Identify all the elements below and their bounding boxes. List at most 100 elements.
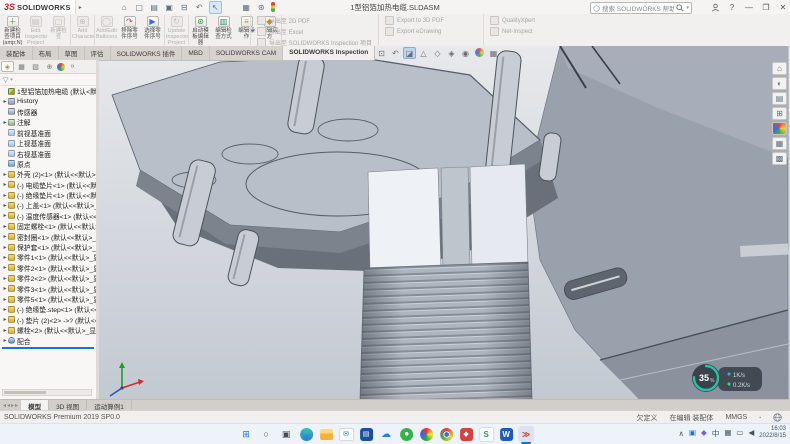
- minimize-button[interactable]: —: [744, 3, 754, 12]
- tree-item[interactable]: ▸ 零件2<1> (默认<<默认>_显示状态-1>): [0, 263, 96, 273]
- zoom-area-icon[interactable]: ⊡: [375, 47, 388, 59]
- ribbon-button[interactable]: ＋ 新建检查项目(amp;N): [1, 15, 24, 45]
- tree-item[interactable]: ▸ 密封圈<1> (默认<<默认>_显示状态-1>): [0, 231, 96, 241]
- tree-item[interactable]: ▸ (-) 温度传感器<1> (默认<<默认>_显示状态-1>): [0, 211, 96, 221]
- menu-flyout-arrow-icon[interactable]: ▸: [76, 4, 85, 11]
- word-icon[interactable]: W: [498, 426, 514, 442]
- command-tab[interactable]: SOLIDWORKS Inspection: [283, 46, 375, 60]
- help-button[interactable]: ?: [727, 3, 737, 12]
- tree-item[interactable]: 1型铝箔加热电缆 (默认<默认_显示状态-1>): [0, 86, 96, 96]
- tray-app-blue-icon[interactable]: ▣: [689, 428, 696, 439]
- display-style-icon[interactable]: ◈: [445, 47, 458, 59]
- ribbon-button[interactable]: ↷ 移除零件序号: [118, 15, 141, 45]
- view-orientation-icon[interactable]: ◇: [431, 47, 444, 59]
- panel-splitter[interactable]: [96, 60, 99, 399]
- tree-horizontal-scrollbar[interactable]: [2, 389, 92, 396]
- display-icon[interactable]: ▭: [736, 428, 743, 439]
- scrollbar-thumb[interactable]: [4, 391, 46, 394]
- tray-shield-icon[interactable]: ◆: [701, 428, 707, 439]
- command-tab[interactable]: SOLIDWORKS CAM: [210, 46, 283, 60]
- forum-icon[interactable]: ▩: [772, 152, 787, 165]
- tab-scroll-arrow-icon[interactable]: ◂: [7, 402, 10, 409]
- panel-overflow[interactable]: »: [66, 61, 79, 72]
- mail-icon[interactable]: ✉: [338, 426, 354, 442]
- tree-item[interactable]: ▸ (-) 电缆垫片<1> (默认<<默认>_显示状态-1>): [0, 180, 96, 190]
- safe-360-icon[interactable]: [418, 426, 434, 442]
- wps-icon[interactable]: S: [478, 426, 494, 442]
- tree-item[interactable]: 上视基准面: [0, 138, 96, 148]
- file-explorer-icon[interactable]: [318, 426, 334, 442]
- print-icon[interactable]: ⊟: [179, 2, 190, 13]
- solidworks-logo[interactable]: 3S SOLIDWORKS: [0, 0, 76, 14]
- zoom-overlay-widget[interactable]: 1K/s 0.2K/s 35 %: [692, 364, 762, 392]
- volume-icon[interactable]: ◀: [749, 428, 755, 439]
- solidworks-icon[interactable]: ≫: [518, 426, 534, 442]
- tree-item[interactable]: 原点: [0, 159, 96, 169]
- interference-icon[interactable]: [226, 2, 237, 13]
- configurations-tab[interactable]: ▧: [29, 61, 42, 72]
- tree-item[interactable]: ▸ 零件3<1> (默认<<默认>_显示状态-1>): [0, 283, 96, 293]
- close-button[interactable]: ✕: [778, 3, 788, 12]
- propertymanager-tab[interactable]: ▦: [15, 61, 28, 72]
- red-app-icon[interactable]: ◆: [458, 426, 474, 442]
- home-icon[interactable]: ⌂: [119, 2, 130, 13]
- graphics-viewport[interactable]: 1K/s 0.2K/s 35 % ◎ ⊡ ↶: [98, 46, 790, 399]
- cad-model[interactable]: 1K/s 0.2K/s 35 %: [98, 46, 790, 399]
- ribbon-button[interactable]: ◯ Add/Edit Balloons: [95, 15, 118, 45]
- cloud-icon[interactable]: ☁: [378, 426, 394, 442]
- ribbon-button[interactable]: ▢ 新建检查: [47, 15, 71, 45]
- command-tab[interactable]: 装配体: [0, 46, 33, 60]
- file-explorer-icon[interactable]: ⊞: [772, 107, 787, 120]
- open-icon[interactable]: ▤: [149, 2, 160, 13]
- search-icon[interactable]: [676, 4, 684, 12]
- command-tab[interactable]: 草图: [59, 46, 85, 60]
- ribbon-button[interactable]: ▶ 选择零件序号: [141, 15, 165, 45]
- ime-chinese[interactable]: 中: [712, 428, 720, 439]
- tree-item[interactable]: ▸ 配合: [0, 335, 96, 345]
- command-tab[interactable]: MBD: [182, 46, 209, 60]
- home-tab-icon[interactable]: ⌂: [772, 62, 787, 75]
- tree-filter[interactable]: ▽ ▾: [0, 74, 96, 86]
- tree-item[interactable]: ▸ (-) 绝缘垫片<1> (默认<<默认>_显示状态-1>): [0, 190, 96, 200]
- export-item[interactable]: 导出至 Excel: [257, 27, 372, 36]
- export-item[interactable]: Export eDrawing: [385, 27, 477, 36]
- tray-grid-icon[interactable]: ▦: [724, 428, 731, 439]
- tree-item[interactable]: ▸ 零件1<1> (默认<<默认>_显示状态-1>): [0, 252, 96, 262]
- tab-scroll-arrow-icon[interactable]: ◂: [3, 402, 6, 409]
- command-tab[interactable]: 评估: [85, 46, 111, 60]
- search-button[interactable]: ○: [258, 426, 274, 442]
- tree-item[interactable]: ▸ (-) 垫片 (2)<2> ->? (默认<<默认>_显示状态-1>): [0, 315, 96, 325]
- tree-item[interactable]: ▸ History: [0, 96, 96, 106]
- chrome-icon[interactable]: [438, 426, 454, 442]
- store-icon[interactable]: ▤: [358, 426, 374, 442]
- login-user-icon[interactable]: [711, 3, 720, 12]
- annotation-views-icon[interactable]: △: [417, 47, 430, 59]
- model-white-blocks[interactable]: [368, 164, 528, 272]
- dimxpert-tab[interactable]: ⊕: [43, 61, 56, 72]
- export-item[interactable]: QualityXpert: [490, 16, 582, 25]
- tab-scroll-arrow-icon[interactable]: ▸: [11, 402, 14, 409]
- search-input[interactable]: 搜索 SOLIDWORKS 帮助 ▾: [590, 2, 692, 14]
- edit-appearance-icon[interactable]: ●: [475, 48, 484, 57]
- command-tab[interactable]: 布局: [33, 46, 59, 60]
- edge-icon[interactable]: [298, 426, 314, 442]
- ribbon-button[interactable]: ▥ 编辑检查方式: [212, 15, 235, 45]
- search-caret-icon[interactable]: ▾: [686, 5, 689, 11]
- interference-stoplight-icon[interactable]: [271, 2, 275, 12]
- clock[interactable]: 16:03 2022/8/15: [759, 426, 786, 440]
- ribbon-button[interactable]: ⊕ Add Characteristic: [71, 15, 95, 45]
- restore-button[interactable]: ❐: [761, 3, 771, 12]
- save-icon[interactable]: ▣: [164, 2, 175, 13]
- tree-item[interactable]: ▸ 螺栓<2> (默认<<默认>_显示状态-1>): [0, 325, 96, 335]
- tree-item[interactable]: ▸ 外壳 (2)<1> (默认<<默认>_显示状态-1>): [0, 169, 96, 179]
- command-tab[interactable]: SOLIDWORKS 插件: [111, 46, 183, 60]
- displaymanager-tab[interactable]: ●: [57, 63, 65, 71]
- ribbon-button[interactable]: ▤ Edit Inspection Project: [24, 15, 47, 45]
- ribbon-button[interactable]: ↻ Update Inspection Project: [165, 15, 189, 45]
- tree-item[interactable]: 传感器: [0, 107, 96, 117]
- tray-chevron-icon[interactable]: ∧: [678, 429, 684, 438]
- design-library-icon[interactable]: ▤: [772, 92, 787, 105]
- custom-properties-icon[interactable]: ▦: [772, 137, 787, 150]
- select-cursor-icon[interactable]: ↖: [209, 1, 222, 14]
- tree-item[interactable]: ▸ 注解: [0, 117, 96, 127]
